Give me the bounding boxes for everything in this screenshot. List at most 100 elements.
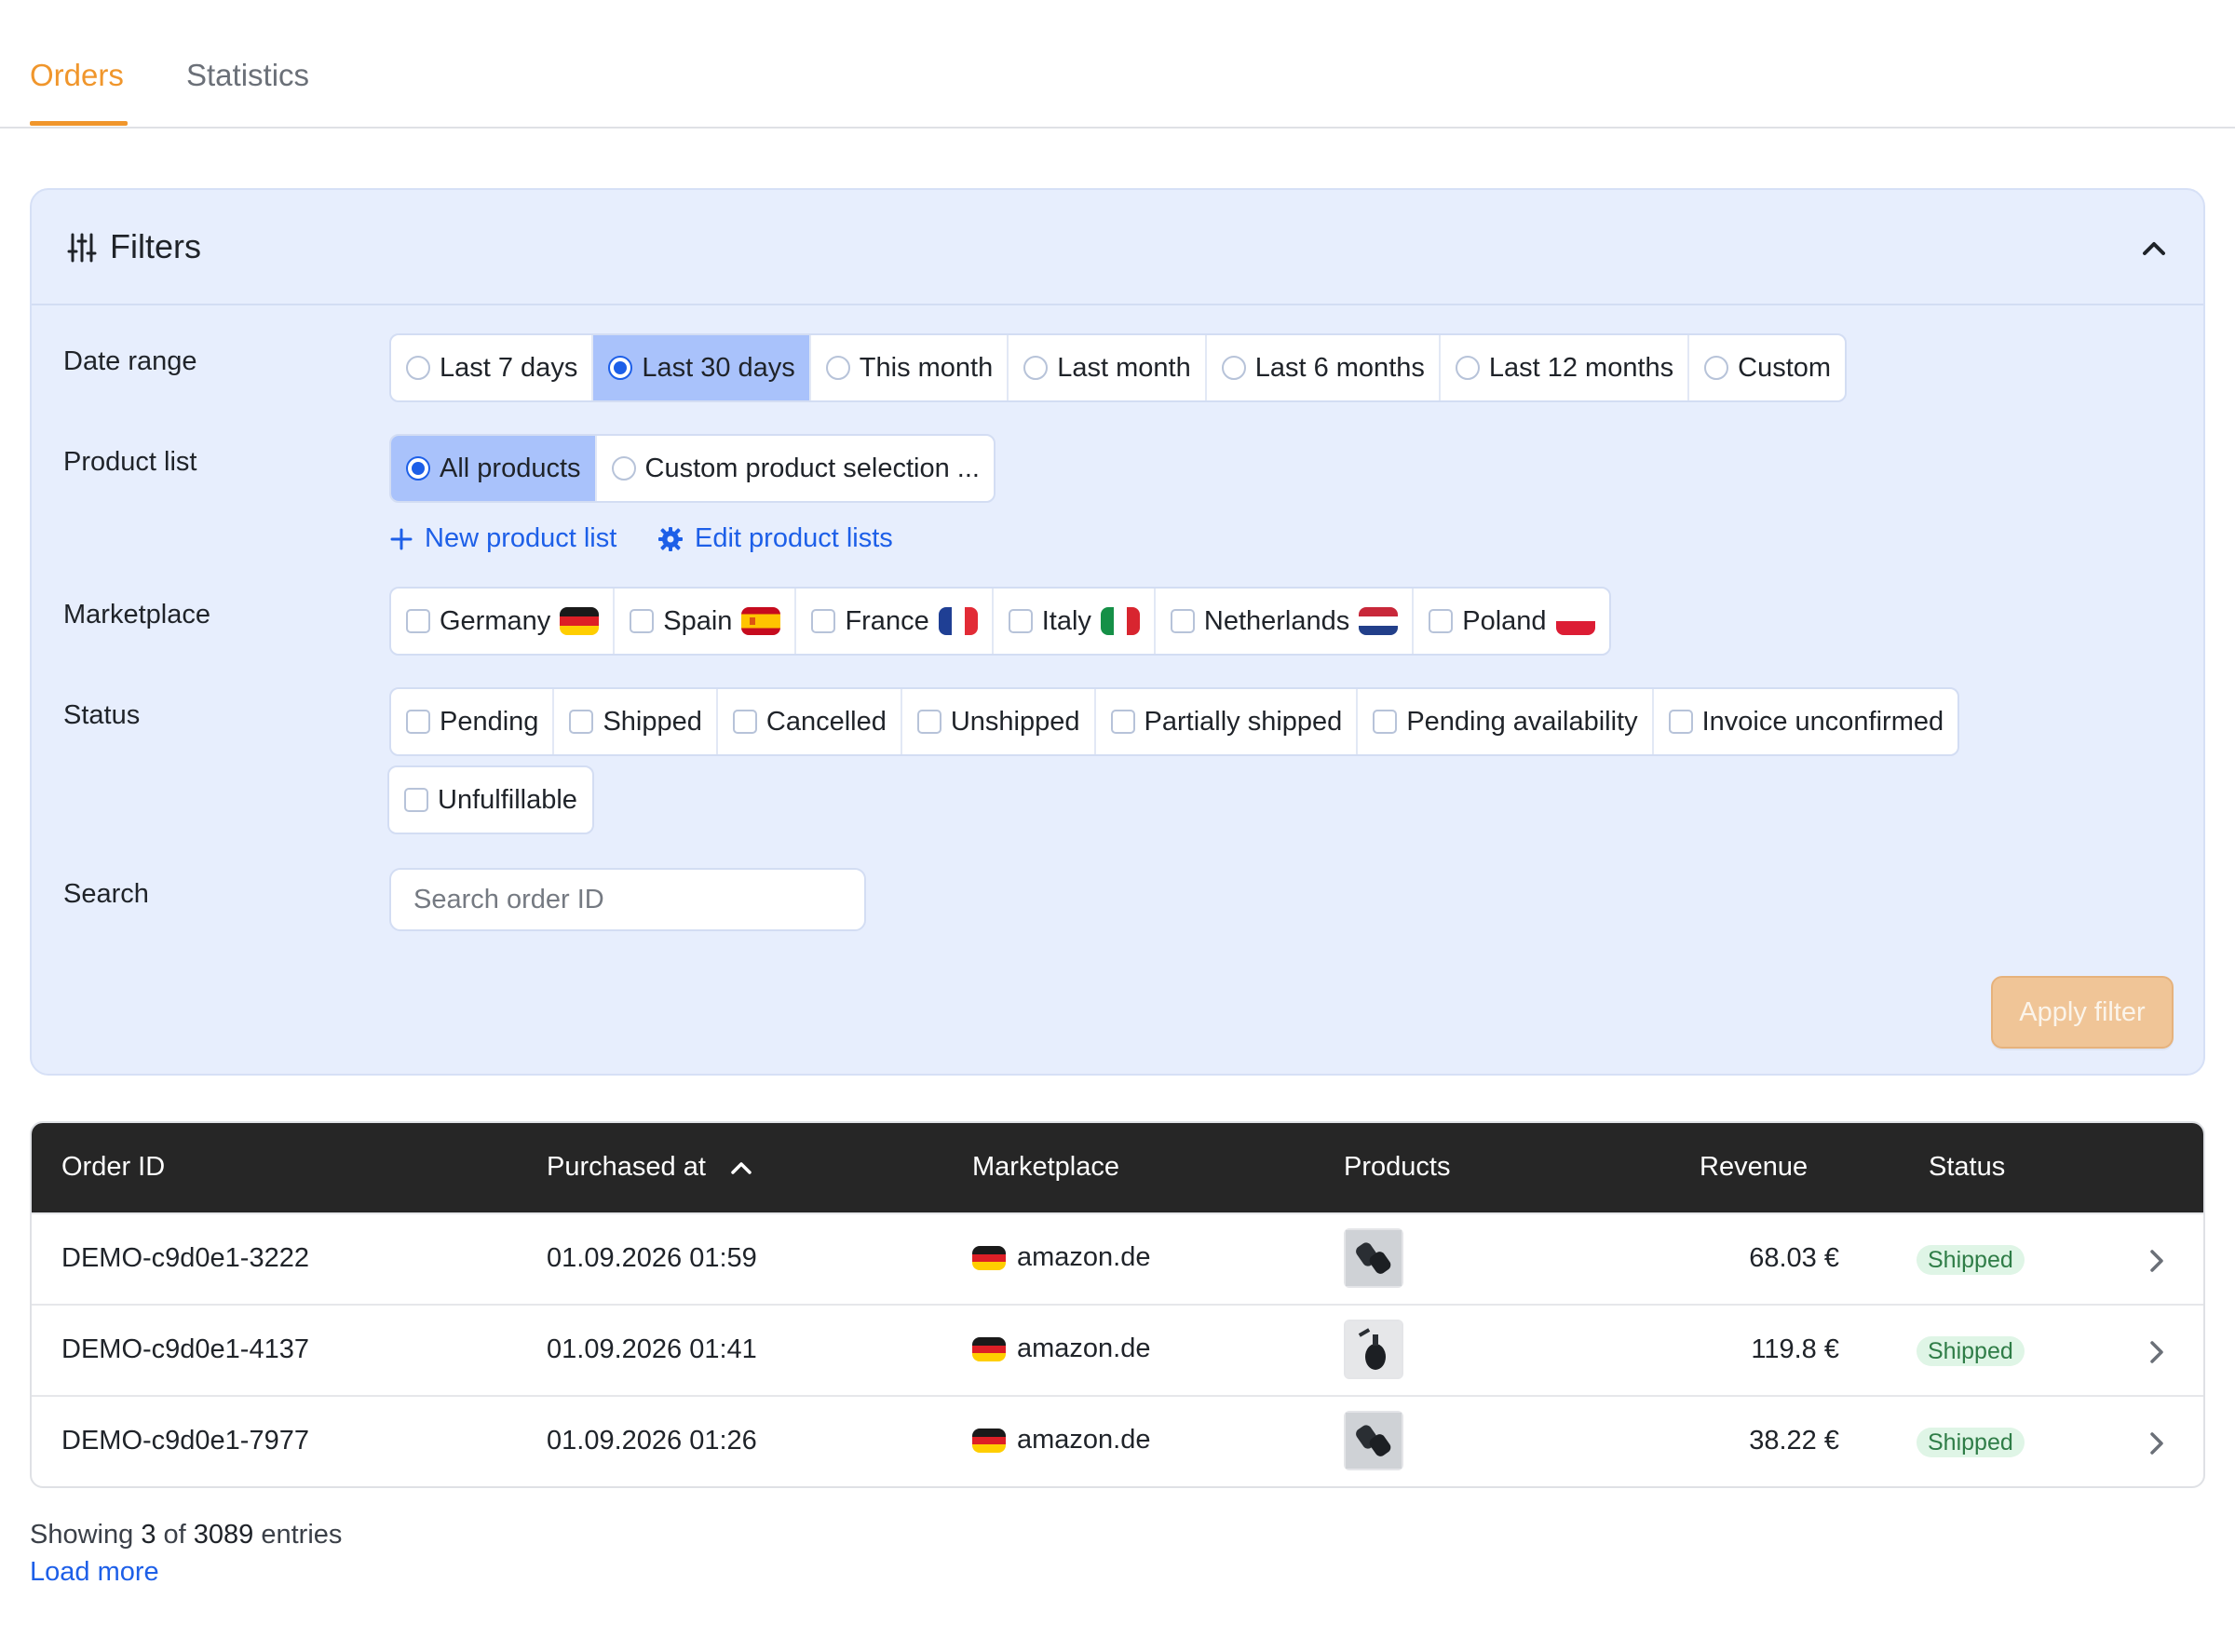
- column-header-products[interactable]: Products: [1344, 1152, 1450, 1183]
- option-label: All products: [440, 453, 581, 483]
- product-list-option[interactable]: Custom product selection ...: [597, 436, 994, 501]
- checkbox[interactable]: [1668, 710, 1693, 734]
- column-header-revenue[interactable]: Revenue: [1700, 1152, 1808, 1183]
- option-label: Last month: [1057, 352, 1191, 383]
- column-header-marketplace[interactable]: Marketplace: [972, 1152, 1119, 1183]
- radio-button[interactable]: [1704, 356, 1729, 380]
- edit-product-lists-link[interactable]: Edit product lists: [657, 523, 893, 554]
- radio-button[interactable]: [1221, 356, 1246, 380]
- date-range-option[interactable]: Last 7 days: [391, 335, 594, 400]
- checkbox[interactable]: [732, 710, 757, 734]
- column-header-order-id[interactable]: Order ID: [61, 1152, 165, 1183]
- status-option[interactable]: Unshipped: [902, 689, 1096, 754]
- revenue: 38.22 €: [1749, 1426, 1839, 1456]
- date-range-option[interactable]: This month: [811, 335, 1009, 400]
- marketplace-option-italy[interactable]: Italy: [994, 589, 1156, 654]
- checkbox[interactable]: [404, 788, 428, 812]
- status-option[interactable]: Pending: [391, 689, 555, 754]
- apply-filter-button[interactable]: Apply filter: [1991, 976, 2174, 1049]
- checkbox[interactable]: [1373, 710, 1398, 734]
- checkbox[interactable]: [1110, 710, 1135, 734]
- checkbox[interactable]: [630, 609, 655, 633]
- chevron-right-icon[interactable]: [2147, 1339, 2166, 1365]
- marketplace-option-france[interactable]: France: [796, 589, 994, 654]
- option-label: Invoice unconfirmed: [1701, 706, 1944, 737]
- table-row[interactable]: DEMO-c9d0e1-3222 01.09.2026 01:59 amazon…: [32, 1212, 2203, 1304]
- date-range-option[interactable]: Last 30 days: [593, 335, 811, 400]
- chevron-right-icon[interactable]: [2147, 1248, 2166, 1274]
- checkbox[interactable]: [811, 609, 836, 633]
- option-label: Partially shipped: [1144, 706, 1343, 737]
- status-group: Pending Shipped Cancelled Unshipped Part…: [389, 687, 1960, 756]
- marketplace-cell: amazon.de: [972, 1334, 1151, 1364]
- option-label: Last 30 days: [642, 352, 795, 383]
- new-product-list-link[interactable]: New product list: [389, 523, 616, 554]
- entries-summary: Showing 3 of 3089 entries: [30, 1520, 342, 1550]
- germany-flag-icon: [972, 1428, 1006, 1453]
- date-range-option[interactable]: Last month: [1009, 335, 1207, 400]
- chevron-right-icon[interactable]: [2147, 1430, 2166, 1456]
- chevron-up-icon[interactable]: [2140, 235, 2168, 263]
- date-range-option[interactable]: Last 6 months: [1207, 335, 1441, 400]
- status-badge: Shipped: [1917, 1245, 2025, 1275]
- status-option[interactable]: Cancelled: [718, 689, 902, 754]
- checkbox[interactable]: [1008, 609, 1033, 633]
- radio-button[interactable]: [406, 456, 430, 481]
- option-label: Pending availability: [1406, 706, 1638, 737]
- option-label: Unfulfillable: [438, 784, 577, 815]
- radio-button[interactable]: [1023, 356, 1049, 380]
- option-label: Netherlands: [1203, 605, 1350, 636]
- purchased-at: 01.09.2026 01:59: [547, 1243, 757, 1273]
- active-tab-indicator: [30, 121, 128, 126]
- checkbox[interactable]: [1429, 609, 1454, 633]
- column-header-purchased-at[interactable]: Purchased at: [547, 1152, 752, 1183]
- checkbox[interactable]: [569, 710, 594, 734]
- marketplace-group: Germany Spain France Italy Netherlands P…: [389, 587, 1611, 656]
- order-id: DEMO-c9d0e1-3222: [61, 1243, 309, 1273]
- radio-button[interactable]: [406, 356, 430, 380]
- date-range-option[interactable]: Custom: [1689, 335, 1845, 400]
- status-option[interactable]: Pending availability: [1358, 689, 1654, 754]
- checkbox[interactable]: [406, 609, 430, 633]
- marketplace-option-netherlands[interactable]: Netherlands: [1156, 589, 1415, 654]
- date-range-option[interactable]: Last 12 months: [1441, 335, 1690, 400]
- checkbox[interactable]: [916, 710, 941, 734]
- status-option[interactable]: Invoice unconfirmed: [1654, 689, 1958, 754]
- option-label: Spain: [663, 605, 733, 636]
- revenue: 68.03 €: [1749, 1243, 1839, 1273]
- sort-ascending-icon: [731, 1162, 752, 1175]
- radio-button[interactable]: [825, 356, 850, 380]
- tab-orders[interactable]: Orders: [30, 58, 124, 93]
- option-label: Last 12 months: [1488, 352, 1674, 383]
- status-option[interactable]: Shipped: [554, 689, 718, 754]
- filters-header[interactable]: Filters: [32, 190, 2203, 305]
- marketplace-label: Marketplace: [63, 600, 210, 630]
- radio-button[interactable]: [611, 456, 636, 481]
- status-label: Status: [63, 700, 141, 730]
- checkbox[interactable]: [406, 710, 430, 734]
- italy-flag-icon: [1100, 607, 1140, 635]
- product-thumbnail[interactable]: [1344, 1320, 1403, 1379]
- marketplace-option-poland[interactable]: Poland: [1414, 589, 1608, 654]
- marketplace-option-germany[interactable]: Germany: [391, 589, 616, 654]
- status-option[interactable]: Partially shipped: [1096, 689, 1359, 754]
- search-input[interactable]: [389, 868, 866, 931]
- column-header-status[interactable]: Status: [1929, 1152, 2005, 1183]
- tab-statistics[interactable]: Statistics: [186, 58, 309, 93]
- load-more-link[interactable]: Load more: [30, 1557, 159, 1588]
- orders-table: Order ID Purchased at Marketplace Produc…: [30, 1121, 2205, 1488]
- product-list-option[interactable]: All products: [391, 436, 597, 501]
- marketplace-option-spain[interactable]: Spain: [615, 589, 797, 654]
- checkbox[interactable]: [1170, 609, 1195, 633]
- product-thumbnail[interactable]: [1344, 1411, 1403, 1470]
- summary-of: of: [163, 1520, 186, 1550]
- product-thumbnail[interactable]: [1344, 1228, 1403, 1288]
- table-row[interactable]: DEMO-c9d0e1-7977 01.09.2026 01:26 amazon…: [32, 1395, 2203, 1486]
- revenue: 119.8 €: [1751, 1334, 1839, 1364]
- radio-button[interactable]: [1455, 356, 1480, 380]
- radio-button[interactable]: [608, 356, 633, 380]
- status-badge: Shipped: [1917, 1336, 2025, 1366]
- status-badge: Shipped: [1917, 1428, 2025, 1457]
- status-option[interactable]: Unfulfillable: [387, 765, 594, 834]
- table-row[interactable]: DEMO-c9d0e1-4137 01.09.2026 01:41 amazon…: [32, 1304, 2203, 1395]
